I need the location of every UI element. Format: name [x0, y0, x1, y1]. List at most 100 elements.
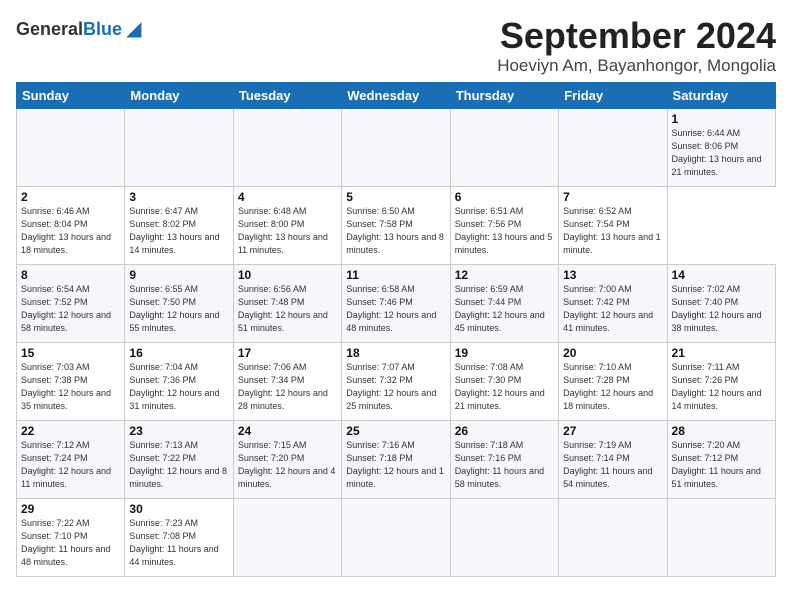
day-info: Sunrise: 6:51 AM Sunset: 7:56 PM Dayligh… [455, 205, 554, 257]
sunrise-text: Sunrise: 6:52 AM [563, 206, 632, 216]
calendar-cell: 10 Sunrise: 6:56 AM Sunset: 7:48 PM Dayl… [233, 264, 341, 342]
daylight-text: Daylight: 12 hours and 4 minutes. [238, 466, 336, 489]
sunset-text: Sunset: 7:12 PM [672, 453, 739, 463]
day-info: Sunrise: 6:46 AM Sunset: 8:04 PM Dayligh… [21, 205, 120, 257]
sunset-text: Sunset: 8:06 PM [672, 141, 739, 151]
sunrise-text: Sunrise: 6:47 AM [129, 206, 198, 216]
daylight-text: Daylight: 11 hours and 44 minutes. [129, 544, 218, 567]
day-info: Sunrise: 7:08 AM Sunset: 7:30 PM Dayligh… [455, 361, 554, 413]
day-info: Sunrise: 6:44 AM Sunset: 8:06 PM Dayligh… [672, 127, 771, 179]
sunrise-text: Sunrise: 6:46 AM [21, 206, 90, 216]
sunrise-text: Sunrise: 6:51 AM [455, 206, 524, 216]
day-number: 3 [129, 190, 228, 204]
title-block: September 2024 Hoeviyn Am, Bayanhongor, … [497, 16, 776, 76]
logo: GeneralBlue ◢ [16, 16, 141, 41]
calendar-cell: 14 Sunrise: 7:02 AM Sunset: 7:40 PM Dayl… [667, 264, 775, 342]
calendar-cell: 5 Sunrise: 6:50 AM Sunset: 7:58 PM Dayli… [342, 186, 450, 264]
header-day-saturday: Saturday [667, 82, 775, 108]
sunrise-text: Sunrise: 7:19 AM [563, 440, 632, 450]
calendar-cell [450, 498, 558, 576]
sunrise-text: Sunrise: 7:12 AM [21, 440, 90, 450]
day-number: 12 [455, 268, 554, 282]
sunrise-text: Sunrise: 7:16 AM [346, 440, 415, 450]
calendar-week-row: 29 Sunrise: 7:22 AM Sunset: 7:10 PM Dayl… [17, 498, 776, 576]
sunset-text: Sunset: 7:26 PM [672, 375, 739, 385]
sunset-text: Sunset: 7:22 PM [129, 453, 196, 463]
sunrise-text: Sunrise: 7:02 AM [672, 284, 741, 294]
calendar-cell: 29 Sunrise: 7:22 AM Sunset: 7:10 PM Dayl… [17, 498, 125, 576]
day-info: Sunrise: 7:22 AM Sunset: 7:10 PM Dayligh… [21, 517, 120, 569]
calendar-cell: 22 Sunrise: 7:12 AM Sunset: 7:24 PM Dayl… [17, 420, 125, 498]
day-number: 8 [21, 268, 120, 282]
sunset-text: Sunset: 7:34 PM [238, 375, 305, 385]
daylight-text: Daylight: 12 hours and 45 minutes. [455, 310, 545, 333]
calendar-cell: 26 Sunrise: 7:18 AM Sunset: 7:16 PM Dayl… [450, 420, 558, 498]
calendar-week-row: 22 Sunrise: 7:12 AM Sunset: 7:24 PM Dayl… [17, 420, 776, 498]
day-info: Sunrise: 7:03 AM Sunset: 7:38 PM Dayligh… [21, 361, 120, 413]
sunrise-text: Sunrise: 7:23 AM [129, 518, 198, 528]
calendar-cell: 19 Sunrise: 7:08 AM Sunset: 7:30 PM Dayl… [450, 342, 558, 420]
day-number: 25 [346, 424, 445, 438]
daylight-text: Daylight: 13 hours and 11 minutes. [238, 232, 328, 255]
day-number: 23 [129, 424, 228, 438]
month-title: September 2024 [497, 16, 776, 56]
calendar-cell: 21 Sunrise: 7:11 AM Sunset: 7:26 PM Dayl… [667, 342, 775, 420]
calendar-week-row: 2 Sunrise: 6:46 AM Sunset: 8:04 PM Dayli… [17, 186, 776, 264]
sunset-text: Sunset: 7:38 PM [21, 375, 88, 385]
daylight-text: Daylight: 12 hours and 35 minutes. [21, 388, 111, 411]
calendar-cell: 13 Sunrise: 7:00 AM Sunset: 7:42 PM Dayl… [559, 264, 667, 342]
day-info: Sunrise: 7:04 AM Sunset: 7:36 PM Dayligh… [129, 361, 228, 413]
day-info: Sunrise: 7:11 AM Sunset: 7:26 PM Dayligh… [672, 361, 771, 413]
daylight-text: Daylight: 12 hours and 38 minutes. [672, 310, 762, 333]
sunset-text: Sunset: 7:32 PM [346, 375, 413, 385]
day-info: Sunrise: 6:55 AM Sunset: 7:50 PM Dayligh… [129, 283, 228, 335]
header-day-sunday: Sunday [17, 82, 125, 108]
daylight-text: Daylight: 11 hours and 51 minutes. [672, 466, 761, 489]
sunrise-text: Sunrise: 7:13 AM [129, 440, 198, 450]
sunset-text: Sunset: 7:54 PM [563, 219, 630, 229]
calendar-cell [125, 108, 233, 186]
day-number: 7 [563, 190, 662, 204]
sunrise-text: Sunrise: 6:56 AM [238, 284, 307, 294]
calendar-cell: 28 Sunrise: 7:20 AM Sunset: 7:12 PM Dayl… [667, 420, 775, 498]
sunset-text: Sunset: 8:02 PM [129, 219, 196, 229]
logo-general: GeneralBlue [16, 20, 122, 38]
daylight-text: Daylight: 11 hours and 58 minutes. [455, 466, 544, 489]
calendar-cell: 1 Sunrise: 6:44 AM Sunset: 8:06 PM Dayli… [667, 108, 775, 186]
day-info: Sunrise: 7:23 AM Sunset: 7:08 PM Dayligh… [129, 517, 228, 569]
day-info: Sunrise: 7:15 AM Sunset: 7:20 PM Dayligh… [238, 439, 337, 491]
day-number: 19 [455, 346, 554, 360]
sunset-text: Sunset: 7:52 PM [21, 297, 88, 307]
day-number: 6 [455, 190, 554, 204]
day-number: 16 [129, 346, 228, 360]
day-info: Sunrise: 7:02 AM Sunset: 7:40 PM Dayligh… [672, 283, 771, 335]
calendar-cell: 12 Sunrise: 6:59 AM Sunset: 7:44 PM Dayl… [450, 264, 558, 342]
day-info: Sunrise: 7:13 AM Sunset: 7:22 PM Dayligh… [129, 439, 228, 491]
day-info: Sunrise: 7:06 AM Sunset: 7:34 PM Dayligh… [238, 361, 337, 413]
calendar-week-row: 1 Sunrise: 6:44 AM Sunset: 8:06 PM Dayli… [17, 108, 776, 186]
calendar-week-row: 15 Sunrise: 7:03 AM Sunset: 7:38 PM Dayl… [17, 342, 776, 420]
sunset-text: Sunset: 7:56 PM [455, 219, 522, 229]
sunset-text: Sunset: 7:10 PM [21, 531, 88, 541]
day-number: 4 [238, 190, 337, 204]
header-day-monday: Monday [125, 82, 233, 108]
sunset-text: Sunset: 7:20 PM [238, 453, 305, 463]
day-number: 30 [129, 502, 228, 516]
sunrise-text: Sunrise: 6:58 AM [346, 284, 415, 294]
sunrise-text: Sunrise: 6:44 AM [672, 128, 741, 138]
daylight-text: Daylight: 12 hours and 51 minutes. [238, 310, 328, 333]
sunrise-text: Sunrise: 7:08 AM [455, 362, 524, 372]
sunset-text: Sunset: 7:18 PM [346, 453, 413, 463]
calendar-cell: 24 Sunrise: 7:15 AM Sunset: 7:20 PM Dayl… [233, 420, 341, 498]
sunrise-text: Sunrise: 6:48 AM [238, 206, 307, 216]
sunset-text: Sunset: 7:28 PM [563, 375, 630, 385]
daylight-text: Daylight: 13 hours and 1 minute. [563, 232, 661, 255]
header-day-wednesday: Wednesday [342, 82, 450, 108]
sunrise-text: Sunrise: 6:59 AM [455, 284, 524, 294]
calendar-cell: 3 Sunrise: 6:47 AM Sunset: 8:02 PM Dayli… [125, 186, 233, 264]
daylight-text: Daylight: 12 hours and 8 minutes. [129, 466, 227, 489]
daylight-text: Daylight: 12 hours and 14 minutes. [672, 388, 762, 411]
calendar-cell: 9 Sunrise: 6:55 AM Sunset: 7:50 PM Dayli… [125, 264, 233, 342]
calendar-cell: 2 Sunrise: 6:46 AM Sunset: 8:04 PM Dayli… [17, 186, 125, 264]
daylight-text: Daylight: 12 hours and 28 minutes. [238, 388, 328, 411]
